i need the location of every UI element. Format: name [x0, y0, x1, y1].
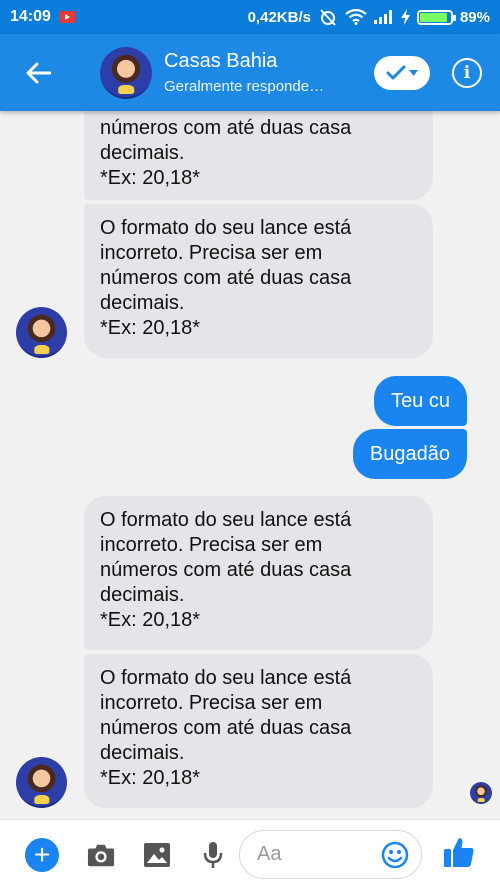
camera-button[interactable] [87, 841, 115, 869]
image-icon [144, 842, 170, 867]
chat-header: Casas Bahia Geralmente responde… i [0, 34, 500, 111]
message-bubble-outgoing[interactable]: Teu cu [374, 376, 467, 426]
battery-percent: 89% [459, 8, 490, 26]
message-line: incorreto. Precisa ser em [100, 242, 323, 264]
message-input[interactable] [257, 843, 367, 866]
contact-name: Casas Bahia [164, 50, 278, 72]
message-bubble-incoming[interactable]: O formato do seu lance está incorreto. P… [84, 204, 433, 358]
wifi-icon [345, 9, 367, 25]
message-line: incorreto. Precisa ser em [100, 534, 323, 556]
back-arrow-icon [26, 62, 51, 83]
message-line: O formato do seu lance está [100, 667, 352, 689]
contact-avatar[interactable] [100, 46, 152, 99]
checkmark-icon [386, 65, 406, 79]
message-line: *Ex: 20,18* [100, 767, 201, 789]
message-bubble-incoming[interactable]: números com até duas casa decimais. *Ex:… [84, 104, 433, 200]
contact-info[interactable]: Casas Bahia Geralmente responde… [164, 50, 374, 95]
status-bar: 14:09 0,42KB/s 89% [0, 0, 500, 34]
message-line: números com até duas casa [100, 117, 352, 139]
thumbs-up-icon[interactable] [443, 836, 475, 868]
gallery-button[interactable] [143, 841, 171, 869]
message-line: decimais. [100, 292, 185, 314]
voice-button[interactable] [199, 841, 227, 869]
microphone-icon [203, 841, 223, 868]
contact-avatar[interactable] [16, 757, 67, 808]
message-line: números com até duas casa [100, 559, 352, 581]
message-line: *Ex: 20,18* [100, 609, 201, 631]
emoji-icon[interactable] [381, 841, 409, 869]
message-line: decimais. [100, 142, 185, 164]
message-line: números com até duas casa [100, 717, 352, 739]
add-button[interactable]: + [25, 837, 59, 872]
message-bubble-outgoing[interactable]: Bugadão [352, 429, 467, 479]
message-bubble-incoming[interactable]: O formato do seu lance está incorreto. P… [84, 496, 433, 650]
network-speed: 0,42KB/s [247, 8, 311, 26]
charging-icon [400, 9, 410, 25]
message-line: *Ex: 20,18* [100, 167, 201, 189]
message-line: números com até duas casa [100, 267, 352, 289]
contact-avatar[interactable] [16, 307, 67, 358]
camera-icon [87, 844, 115, 866]
message-bubble-incoming[interactable]: O formato do seu lance está incorreto. P… [84, 654, 433, 808]
read-receipt-avatar [470, 782, 492, 804]
composer-bar: + [0, 819, 500, 889]
youtube-icon [58, 11, 75, 23]
contact-response-time: Geralmente responde… [164, 78, 325, 95]
message-line: O formato do seu lance está [100, 509, 352, 531]
plus-icon: + [33, 838, 51, 870]
message-line: decimais. [100, 742, 185, 764]
message-line: O formato do seu lance está [100, 217, 352, 239]
message-input-container[interactable] [239, 830, 422, 879]
signal-icon [373, 10, 392, 24]
message-line: incorreto. Precisa ser em [100, 692, 323, 714]
message-line: decimais. [100, 584, 185, 606]
battery-level [419, 12, 447, 22]
battery-icon [416, 9, 456, 25]
message-text: Teu cu [391, 390, 450, 412]
back-button[interactable] [0, 34, 76, 111]
status-time: 14:09 [10, 8, 51, 25]
alarm-off-icon [320, 9, 336, 26]
message-text: Bugadão [369, 443, 450, 465]
info-button[interactable]: i [452, 57, 482, 88]
info-icon: i [463, 62, 471, 83]
message-line: *Ex: 20,18* [100, 317, 201, 339]
mark-done-button[interactable] [374, 55, 430, 90]
chevron-down-icon [409, 69, 418, 76]
